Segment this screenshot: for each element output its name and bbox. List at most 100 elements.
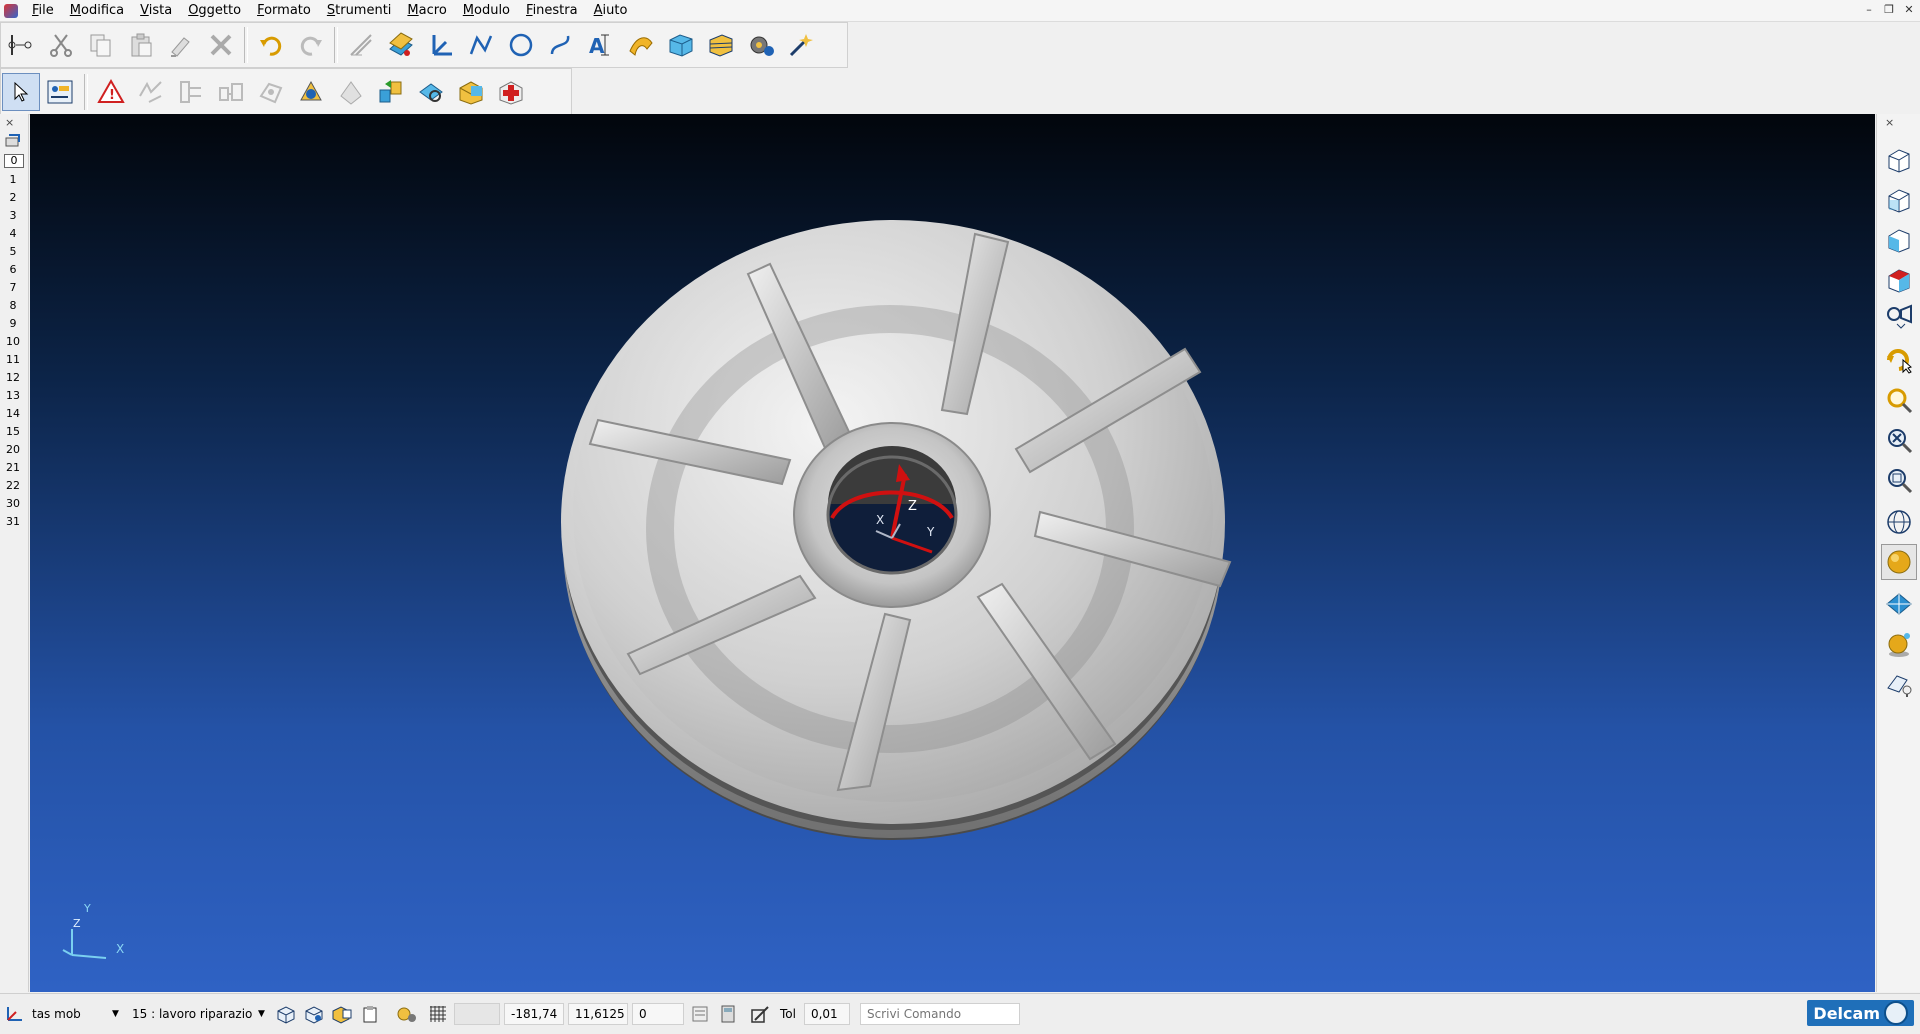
level-item[interactable]: 6 [2,262,24,278]
level-item[interactable]: 2 [2,190,24,206]
chevron-down-icon[interactable]: ▼ [258,1009,272,1019]
menu-strumenti[interactable]: Strumenti [319,0,400,21]
level-item[interactable]: 7 [2,280,24,296]
rotate-view-icon[interactable] [1881,342,1917,378]
level-item[interactable]: 21 [2,460,24,476]
view-front-icon[interactable] [1881,222,1917,258]
menu-modulo[interactable]: Modulo [455,0,518,21]
workplane-select[interactable]: tas mob [28,1003,112,1025]
cut-icon[interactable] [42,26,80,64]
minimize-button[interactable]: – [1860,2,1878,18]
surface-icon[interactable] [622,26,660,64]
level-item[interactable]: 5 [2,244,24,260]
clipboard-icon[interactable] [358,1002,382,1026]
grid-value-field[interactable] [454,1003,500,1025]
level-item[interactable]: 30 [2,496,24,512]
machining-icon[interactable] [742,26,780,64]
delete-icon[interactable] [202,26,240,64]
workplane-icon[interactable] [422,26,460,64]
solid-icon[interactable] [662,26,700,64]
undo-icon[interactable] [252,26,290,64]
selection-filter-icon[interactable] [42,73,80,111]
menu-file[interactable]: File [24,0,62,21]
render-settings-icon[interactable] [394,1002,418,1026]
zoom-rotate-icon[interactable] [1881,382,1917,418]
level-item[interactable]: 15 [2,424,24,440]
levels-close-button[interactable]: × [5,116,14,129]
menu-oggetto[interactable]: Oggetto [180,0,249,21]
level-item[interactable]: 14 [2,406,24,422]
shaded-icon[interactable] [1881,544,1917,580]
level-item[interactable]: 13 [2,388,24,404]
plane-icon[interactable] [1881,586,1917,622]
heal-icon[interactable] [492,73,530,111]
tol-field[interactable]: 0,01 [803,1003,850,1025]
delcam-logo[interactable]: Delcam [1807,1000,1914,1026]
circle-icon[interactable] [502,26,540,64]
level-item[interactable]: 3 [2,208,24,224]
level-item[interactable]: 10 [2,334,24,350]
menu-vista[interactable]: Vista [132,0,180,21]
menu-finestra[interactable]: Finestra [518,0,586,21]
calculator-icon[interactable] [716,1002,740,1026]
paste-icon[interactable] [122,26,160,64]
transform-icon[interactable] [252,73,290,111]
zoom-box-icon[interactable] [1881,462,1917,498]
edit-curve-icon[interactable] [172,73,210,111]
close-button[interactable]: ✕ [1900,2,1918,18]
light-icon[interactable] [1881,666,1917,702]
curve-icon[interactable] [542,26,580,64]
analysis-icon[interactable] [412,73,450,111]
level-item[interactable]: 12 [2,370,24,386]
offset-icon[interactable] [212,73,250,111]
select-arrow-icon[interactable] [2,72,40,111]
command-input[interactable] [859,1003,1020,1025]
redo-icon[interactable] [292,26,330,64]
mesh-icon[interactable] [702,26,740,64]
levels-tab-icon[interactable] [5,134,21,148]
menu-modifica[interactable]: Modifica [62,0,132,21]
edit-icon[interactable] [342,26,380,64]
line-icon[interactable] [462,26,500,64]
zoom-fit-icon[interactable] [1881,422,1917,458]
chevron-down-icon[interactable]: ▼ [112,1009,126,1019]
assembly-icon[interactable] [372,73,410,111]
drill-icon[interactable] [332,73,370,111]
level-item[interactable]: 8 [2,298,24,314]
text-icon[interactable]: A [582,26,620,64]
level-item[interactable]: 1 [2,172,24,188]
app-icon[interactable] [4,3,18,18]
paint-format-icon[interactable] [162,26,200,64]
warning-icon[interactable]: ! [92,73,130,111]
level-item[interactable]: 20 [2,442,24,458]
material-icon[interactable] [1881,626,1917,662]
level-item[interactable]: 4 [2,226,24,242]
level-item[interactable]: 22 [2,478,24,494]
view-top-icon[interactable] [1881,262,1917,298]
view-toolbar-close[interactable]: × [1885,116,1894,129]
tolerance-icon[interactable] [748,1002,772,1026]
menu-formato[interactable]: Formato [249,0,319,21]
workplane-status-icon[interactable] [2,1002,26,1026]
level-item[interactable]: 31 [2,514,24,530]
wireframe-icon[interactable] [1881,504,1917,540]
menu-macro[interactable]: Macro [399,0,454,21]
layers-icon[interactable] [382,26,420,64]
level-select[interactable]: 15 : lavoro riparazio [128,1003,258,1025]
select-all-icon[interactable] [274,1002,298,1026]
grid-icon[interactable] [426,1002,450,1026]
copy-icon[interactable] [82,26,120,64]
blank-icon[interactable] [330,1002,354,1026]
trim-icon[interactable] [132,73,170,111]
coord-mode-icon[interactable] [688,1002,712,1026]
rotate-icon[interactable] [292,73,330,111]
level-item[interactable]: 11 [2,352,24,368]
level-item[interactable]: 0 [4,154,24,168]
view-iso1-icon[interactable] [1881,142,1917,178]
level-item[interactable]: 9 [2,316,24,332]
restore-button[interactable]: ❐ [1880,2,1898,18]
select-visible-icon[interactable] [302,1002,326,1026]
wizard-icon[interactable] [782,26,820,64]
graphics-viewport[interactable]: Z Y X Y Z X [30,114,1875,992]
view-iso2-icon[interactable] [1881,182,1917,218]
